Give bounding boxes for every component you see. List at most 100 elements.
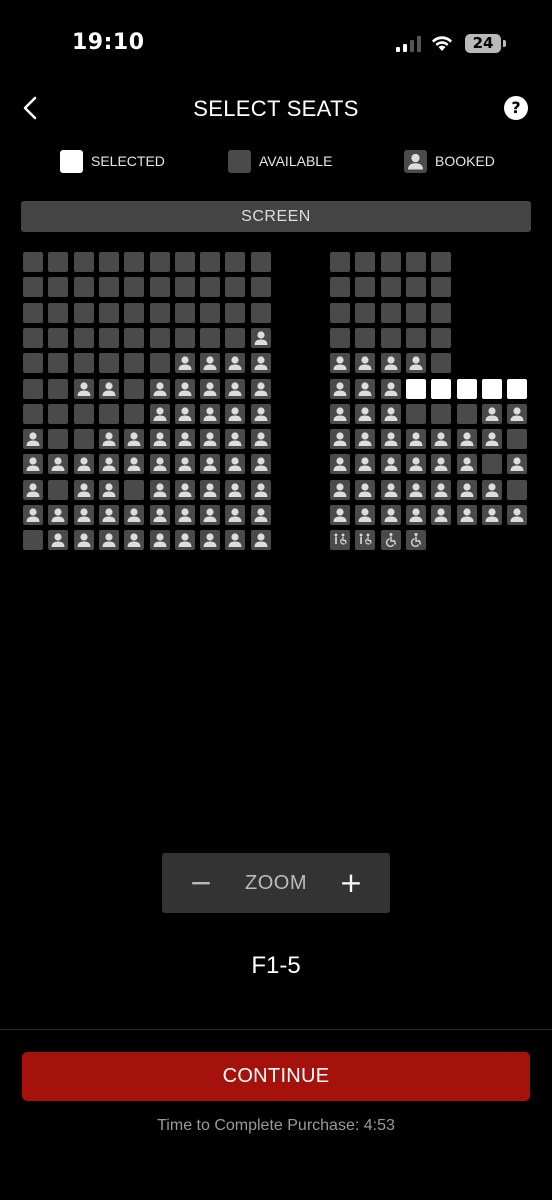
right-seat-booked (355, 403, 376, 424)
left-seat-available[interactable] (149, 327, 170, 348)
help-button[interactable]: ? (504, 96, 528, 120)
left-seat-available[interactable] (23, 378, 43, 399)
left-seat-available[interactable] (124, 353, 145, 374)
right-seat-available[interactable] (330, 252, 350, 272)
right-seat-selected[interactable] (507, 378, 528, 399)
left-seat-available[interactable] (23, 327, 43, 348)
left-seat-available[interactable] (124, 302, 145, 323)
left-seat-available[interactable] (23, 302, 43, 323)
left-seat-available[interactable] (23, 530, 43, 551)
left-seat-available[interactable] (23, 277, 43, 298)
right-seat-available[interactable] (481, 454, 502, 475)
right-seat-available[interactable] (507, 479, 528, 500)
right-seat-available[interactable] (355, 327, 376, 348)
right-seat-available[interactable] (330, 327, 350, 348)
right-seat-available[interactable] (507, 429, 528, 450)
left-seat-available[interactable] (23, 353, 43, 374)
left-seat-available[interactable] (73, 353, 94, 374)
left-seat-available[interactable] (174, 252, 195, 272)
right-seat-available[interactable] (380, 277, 401, 298)
left-seat-available[interactable] (98, 252, 119, 272)
right-seat-available[interactable] (431, 403, 452, 424)
left-seat-available[interactable] (174, 327, 195, 348)
right-seat-available[interactable] (380, 327, 401, 348)
right-seat-wheelchair-companion[interactable] (355, 530, 376, 551)
left-seat-available[interactable] (124, 378, 145, 399)
left-seat-available[interactable] (225, 327, 246, 348)
right-seat-available[interactable] (355, 302, 376, 323)
left-seat-available[interactable] (48, 353, 69, 374)
left-seat-available[interactable] (200, 302, 221, 323)
left-seat-available[interactable] (124, 252, 145, 272)
left-seat-available[interactable] (250, 302, 271, 323)
left-seat-available[interactable] (23, 403, 43, 424)
right-seat-available[interactable] (405, 277, 426, 298)
left-seat-available[interactable] (48, 327, 69, 348)
right-seat-available[interactable] (431, 302, 452, 323)
right-seat-available[interactable] (405, 403, 426, 424)
left-seat-available[interactable] (250, 252, 271, 272)
right-seat-selected[interactable] (431, 378, 452, 399)
left-seat-available[interactable] (149, 252, 170, 272)
left-seat-available[interactable] (73, 252, 94, 272)
right-seat-wheelchair-companion[interactable] (330, 530, 350, 551)
left-seat-available[interactable] (225, 252, 246, 272)
left-seat-available[interactable] (225, 277, 246, 298)
right-seat-selected[interactable] (481, 378, 502, 399)
left-seat-available[interactable] (48, 302, 69, 323)
left-seat-available[interactable] (149, 302, 170, 323)
left-seat-available[interactable] (124, 277, 145, 298)
left-seat-available[interactable] (200, 327, 221, 348)
left-seat-available[interactable] (124, 479, 145, 500)
left-seat-available[interactable] (48, 277, 69, 298)
zoom-out-button[interactable]: − (186, 865, 216, 901)
left-seat-available[interactable] (149, 353, 170, 374)
right-seat-available[interactable] (405, 302, 426, 323)
continue-button[interactable]: CONTINUE (22, 1052, 530, 1101)
left-seat-available[interactable] (174, 302, 195, 323)
left-seat-available[interactable] (225, 302, 246, 323)
right-seat-available[interactable] (456, 403, 477, 424)
right-seat-wheelchair[interactable] (380, 530, 401, 551)
left-seat-available[interactable] (98, 403, 119, 424)
left-seat-available[interactable] (200, 252, 221, 272)
right-seat-available[interactable] (380, 302, 401, 323)
left-seat-available[interactable] (200, 277, 221, 298)
left-seat-available[interactable] (73, 429, 94, 450)
left-seat-available[interactable] (98, 277, 119, 298)
left-seat-available[interactable] (23, 252, 43, 272)
right-seat-available[interactable] (431, 277, 452, 298)
right-seat-available[interactable] (405, 327, 426, 348)
left-seat-available[interactable] (48, 429, 69, 450)
right-seat-available[interactable] (355, 277, 376, 298)
left-seat-available[interactable] (250, 277, 271, 298)
left-seat-available[interactable] (73, 277, 94, 298)
right-seat-available[interactable] (330, 277, 350, 298)
right-seat-available[interactable] (431, 353, 452, 374)
left-seat-available[interactable] (98, 353, 119, 374)
left-seat-available[interactable] (48, 378, 69, 399)
left-seat-available[interactable] (124, 327, 145, 348)
right-seat-selected[interactable] (456, 378, 477, 399)
left-seat-available[interactable] (124, 403, 145, 424)
left-seat-available[interactable] (73, 403, 94, 424)
right-seat-available[interactable] (431, 327, 452, 348)
left-seat-available[interactable] (73, 327, 94, 348)
left-seat-available[interactable] (73, 302, 94, 323)
left-seat-available[interactable] (98, 302, 119, 323)
person-icon (51, 508, 65, 522)
left-seat-available[interactable] (174, 277, 195, 298)
zoom-in-button[interactable]: + (336, 865, 366, 901)
left-seat-available[interactable] (48, 403, 69, 424)
left-seat-available[interactable] (98, 327, 119, 348)
right-seat-available[interactable] (431, 252, 452, 272)
right-seat-selected[interactable] (405, 378, 426, 399)
right-seat-available[interactable] (330, 302, 350, 323)
left-seat-available[interactable] (48, 252, 69, 272)
left-seat-available[interactable] (149, 277, 170, 298)
right-seat-available[interactable] (355, 252, 376, 272)
left-seat-available[interactable] (48, 479, 69, 500)
right-seat-wheelchair[interactable] (405, 530, 426, 551)
right-seat-available[interactable] (405, 252, 426, 272)
right-seat-available[interactable] (380, 252, 401, 272)
